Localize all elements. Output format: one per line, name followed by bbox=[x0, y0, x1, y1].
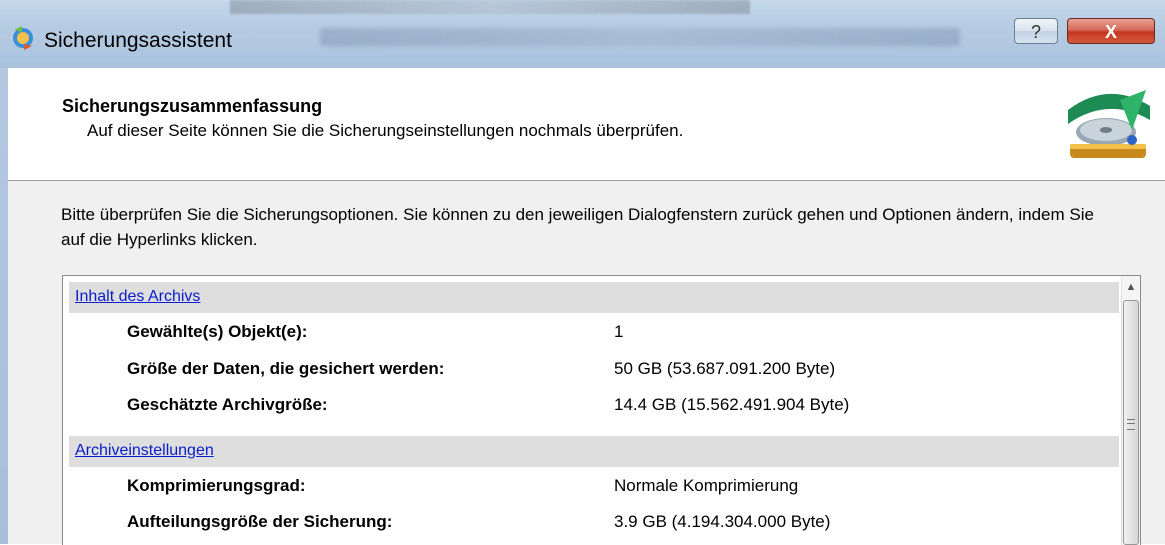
link-archiveinstellungen[interactable]: Archiveinstellungen bbox=[75, 442, 214, 460]
background-blur bbox=[320, 28, 960, 46]
scroll-thumb[interactable] bbox=[1123, 300, 1139, 545]
row-label-split-size: Aufteilungsgröße der Sicherung: bbox=[127, 512, 393, 531]
page-subtitle: Auf dieser Seite können Sie die Sicherun… bbox=[87, 121, 684, 140]
row-value-selected-objects: 1 bbox=[614, 322, 624, 341]
row-label-selected-objects: Gewählte(s) Objekt(e): bbox=[127, 322, 308, 341]
intro-text: Bitte überprüfen Sie die Sicherungsoptio… bbox=[61, 205, 1094, 249]
grip-icon bbox=[1127, 419, 1135, 430]
window-frame-left bbox=[0, 68, 8, 544]
help-button[interactable]: ? bbox=[1014, 18, 1058, 44]
row-label-data-size: Größe der Daten, die gesichert werden: bbox=[127, 359, 445, 378]
section-header-archive-content: Inhalt des Archivs bbox=[69, 282, 1119, 313]
row-label-archive-size: Geschätzte Archivgröße: bbox=[127, 395, 328, 414]
wizard-header: Sicherungszusammenfassung Auf dieser Sei… bbox=[8, 68, 1165, 181]
disc-drive-graphic bbox=[1062, 80, 1154, 172]
row-value-split-size: 3.9 GB (4.194.304.000 Byte) bbox=[614, 512, 831, 531]
row-value-data-size: 50 GB (53.687.091.200 Byte) bbox=[614, 359, 836, 378]
row-label-compression: Komprimierungsgrad: bbox=[127, 476, 306, 495]
title-bar[interactable]: Sicherungsassistent ? X bbox=[0, 0, 1165, 68]
page-title: Sicherungszusammenfassung bbox=[62, 96, 323, 116]
backup-wizard-icon bbox=[13, 26, 33, 50]
window-title: Sicherungsassistent bbox=[44, 29, 232, 52]
vertical-scrollbar[interactable]: ▲ bbox=[1121, 276, 1140, 545]
row-value-compression: Normale Komprimierung bbox=[614, 476, 799, 495]
dialog-client-area: Sicherungszusammenfassung Auf dieser Sei… bbox=[8, 68, 1165, 545]
background-blur bbox=[230, 0, 750, 14]
link-inhalt-des-archivs[interactable]: Inhalt des Archivs bbox=[75, 288, 200, 306]
close-button[interactable]: X bbox=[1067, 18, 1155, 44]
section-header-archive-settings: Archiveinstellungen bbox=[69, 436, 1119, 467]
row-value-archive-size: 14.4 GB (15.562.491.904 Byte) bbox=[614, 395, 850, 414]
summary-list: Inhalt des Archivs Gewählte(s) Objekt(e)… bbox=[62, 275, 1141, 545]
chevron-up-icon[interactable]: ▲ bbox=[1123, 278, 1139, 296]
